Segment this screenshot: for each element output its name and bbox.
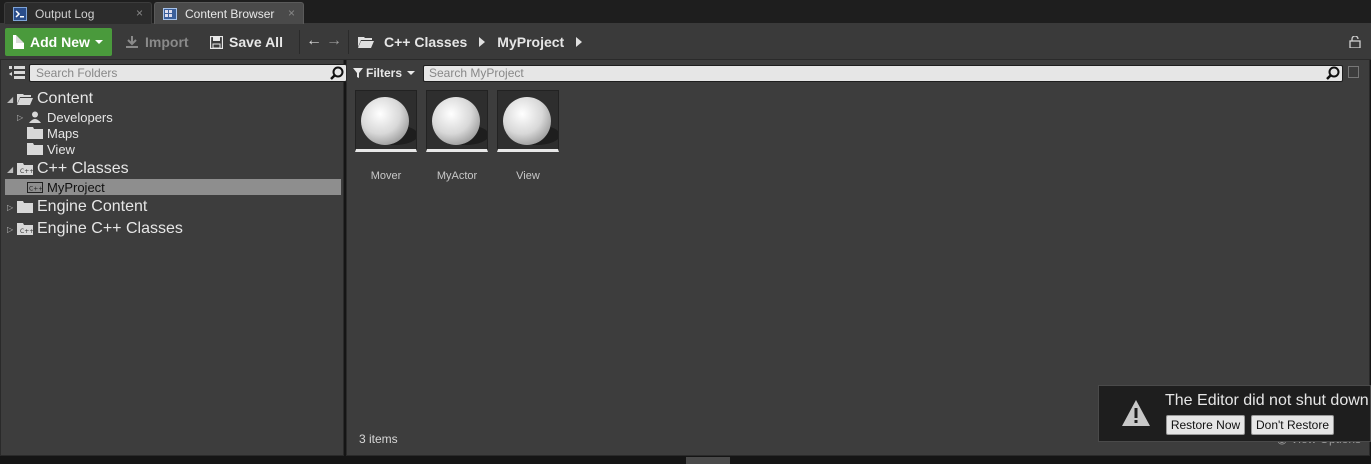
tree-item-label: Maps: [47, 125, 79, 141]
expanded-triangle-icon[interactable]: ◢: [7, 165, 15, 174]
asset-tile[interactable]: Mover: [355, 90, 417, 182]
save-all-label: Save All: [229, 34, 283, 50]
new-document-icon: [13, 35, 24, 49]
asset-label: Mover: [370, 170, 402, 182]
tree-item-engine-content[interactable]: ▷ Engine Content: [7, 198, 147, 216]
collapsed-triangle-icon[interactable]: ▷: [7, 225, 15, 234]
cpp-folder-icon: C++: [17, 223, 33, 235]
folder-search-placeholder: Search Folders: [36, 66, 118, 80]
folder-open-icon: [17, 94, 33, 105]
asset-tile[interactable]: MyActor: [426, 90, 488, 182]
import-label: Import: [145, 34, 189, 50]
asset-search-input[interactable]: Search MyProject: [423, 65, 1343, 82]
tree-item-label: Content: [37, 90, 94, 107]
asset-label: MyActor: [436, 170, 478, 182]
folder-icon: [27, 127, 43, 139]
tree-item-label: Engine Content: [37, 198, 148, 215]
add-new-label: Add New: [30, 34, 90, 50]
tree-item-cpp-classes[interactable]: ◢ C++ C++ Classes: [7, 160, 129, 178]
tab-content-browser-label: Content Browser: [185, 6, 275, 21]
folder-icon: [17, 201, 33, 213]
horizontal-scrollbar[interactable]: [686, 457, 730, 464]
asset-search-placeholder: Search MyProject: [429, 66, 524, 80]
add-new-button[interactable]: Add New: [5, 28, 112, 56]
collapsed-triangle-icon[interactable]: ▷: [17, 113, 25, 122]
content-browser-icon: [163, 7, 177, 20]
svg-text:C++: C++: [29, 186, 43, 193]
asset-label: View: [516, 170, 540, 182]
breadcrumb: C++ Classes MyProject: [358, 24, 594, 60]
tab-content-browser[interactable]: Content Browser ×: [154, 2, 304, 24]
folder-tree-panel: Search Folders ◢ Content ▷ Developers Ma…: [0, 60, 347, 456]
tree-item-engine-cpp-classes[interactable]: ▷ C++ Engine C++ Classes: [7, 220, 183, 238]
tab-output-log-label: Output Log: [35, 6, 95, 21]
filters-label: Filters: [366, 66, 403, 80]
tab-bar: Output Log × Content Browser ×: [0, 0, 1371, 24]
tree-item-label: MyProject: [47, 179, 105, 195]
chevron-right-icon[interactable]: [576, 37, 583, 47]
user-icon: [29, 111, 41, 123]
save-icon: [210, 35, 223, 49]
lock-icon[interactable]: [1349, 36, 1361, 48]
tree-item-label: C++ Classes: [37, 160, 129, 177]
content-browser-window: Output Log × Content Browser × Add New I…: [0, 0, 1371, 464]
warning-icon: [1122, 400, 1150, 426]
tree-item-myproject[interactable]: C++ MyProject: [27, 178, 105, 196]
chevron-down-icon: [94, 40, 103, 44]
tree-item-label: View: [47, 141, 75, 157]
breadcrumb-item-cpp-classes[interactable]: C++ Classes: [384, 34, 467, 50]
tree-toggle-icon[interactable]: [9, 66, 25, 80]
folder-icon: [27, 143, 43, 155]
folder-search-input[interactable]: Search Folders: [29, 64, 347, 82]
tab-output-log[interactable]: Output Log ×: [4, 2, 152, 24]
collapsed-triangle-icon[interactable]: ▷: [7, 203, 15, 212]
tree-item-view[interactable]: View: [27, 140, 75, 158]
bottom-strip: [0, 456, 1371, 464]
dont-restore-button[interactable]: Don't Restore: [1251, 415, 1334, 435]
sphere-thumbnail: [426, 90, 488, 152]
chevron-down-icon: [407, 71, 416, 75]
asset-tile[interactable]: View: [497, 90, 559, 182]
search-icon[interactable]: [330, 66, 344, 80]
chevron-right-icon[interactable]: [479, 37, 486, 47]
expanded-triangle-icon[interactable]: ◢: [7, 95, 15, 104]
output-log-icon: [13, 6, 27, 21]
cpp-folder-icon: C++: [27, 182, 43, 193]
import-icon: [126, 36, 138, 48]
save-search-icon[interactable]: [1348, 66, 1359, 78]
tree-item-content[interactable]: ◢ Content: [7, 90, 93, 108]
divider: [348, 30, 349, 54]
tree-item-label: Engine C++ Classes: [37, 220, 183, 237]
svg-text:C++: C++: [20, 168, 33, 175]
restore-now-button[interactable]: Restore Now: [1166, 415, 1245, 435]
toolbar: Add New Import Save All ← → C++ Classes …: [0, 24, 1371, 60]
sphere-thumbnail: [497, 90, 559, 152]
notification-message: The Editor did not shut down: [1165, 392, 1369, 409]
back-arrow-icon[interactable]: ←: [306, 32, 322, 50]
cpp-folder-icon: C++: [17, 163, 33, 175]
item-count: 3 items: [359, 432, 398, 446]
filter-icon: [353, 68, 363, 78]
sphere-thumbnail: [355, 90, 417, 152]
import-button[interactable]: Import: [125, 28, 189, 56]
breadcrumb-item-myproject[interactable]: MyProject: [497, 34, 564, 50]
tree-item-label: Developers: [47, 109, 113, 125]
svg-text:C++: C++: [20, 228, 33, 235]
close-icon[interactable]: ×: [288, 6, 295, 20]
search-icon[interactable]: [1326, 66, 1340, 80]
folder-search-row: Search Folders: [7, 64, 347, 82]
restore-notification: The Editor did not shut down Restore Now…: [1098, 385, 1371, 442]
forward-arrow-icon[interactable]: →: [326, 32, 342, 50]
save-all-button[interactable]: Save All: [210, 28, 283, 56]
filters-button[interactable]: Filters: [353, 65, 416, 81]
close-icon[interactable]: ×: [136, 6, 143, 20]
divider: [299, 30, 300, 54]
folder-open-icon[interactable]: [358, 36, 374, 48]
